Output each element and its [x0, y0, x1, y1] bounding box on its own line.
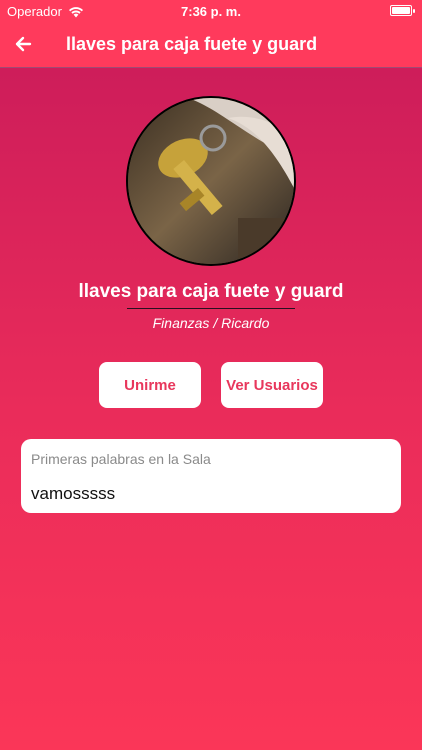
- battery-fill: [392, 7, 410, 14]
- keys-photo-icon: [128, 98, 294, 264]
- room-category: Finanzas: [152, 315, 210, 331]
- view-users-button[interactable]: Ver Usuarios: [221, 362, 323, 408]
- first-words-label: Primeras palabras en la Sala: [31, 451, 211, 467]
- room-meta-separator: /: [213, 315, 218, 331]
- battery-icon: [390, 5, 415, 16]
- arrow-left-icon[interactable]: [10, 30, 38, 58]
- title-divider: [127, 308, 295, 309]
- room-owner: Ricardo: [221, 315, 270, 331]
- join-button[interactable]: Unirme: [99, 362, 201, 408]
- room-meta: Finanzas / Ricardo: [0, 315, 422, 331]
- nav-bar: llaves para caja fuete y guard: [0, 22, 422, 68]
- first-words-text: vamosssss: [31, 484, 116, 503]
- first-words-card: Primeras palabras en la Sala vamosssss: [21, 439, 401, 513]
- nav-title: llaves para caja fuete y guard: [66, 34, 318, 54]
- status-bar: Operador 7:36 p. m.: [0, 0, 422, 22]
- room-photo: [126, 96, 296, 266]
- room-title: llaves para caja fuete y guard: [78, 281, 344, 302]
- status-time: 7:36 p. m.: [181, 4, 241, 19]
